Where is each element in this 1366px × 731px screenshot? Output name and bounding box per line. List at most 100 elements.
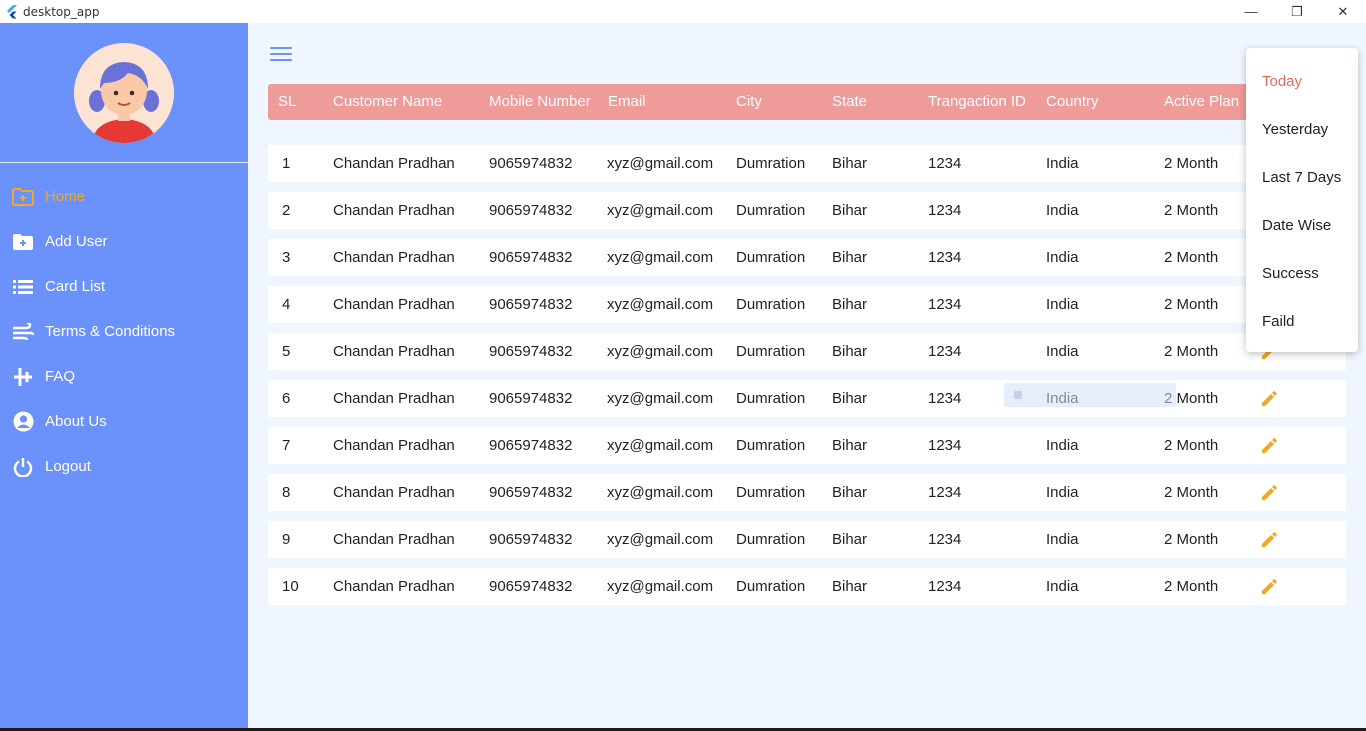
cell-active-plan: 2 Month bbox=[1164, 531, 1219, 548]
column-header-state: State bbox=[832, 93, 868, 110]
cell-mobile-number: 9065974832 bbox=[489, 202, 573, 219]
cell-mobile-number: 9065974832 bbox=[489, 296, 573, 313]
cell-email: xyz@gmail.com bbox=[607, 437, 714, 454]
edit-pencil-icon[interactable] bbox=[1260, 437, 1278, 455]
cell-transaction-id: 1234 bbox=[928, 343, 962, 360]
cell-city: Dumration bbox=[736, 343, 806, 360]
minimize-button[interactable]: — bbox=[1228, 0, 1274, 23]
cell-email: xyz@gmail.com bbox=[607, 531, 714, 548]
menu-item-failed[interactable]: Faild bbox=[1246, 298, 1358, 346]
cell-country: India bbox=[1046, 202, 1079, 219]
cell-customer-name: Chandan Pradhan bbox=[333, 155, 455, 172]
sidebar-item-faq[interactable]: FAQ bbox=[0, 354, 248, 399]
sidebar-item-home[interactable]: Home bbox=[0, 174, 248, 219]
cell-customer-name: Chandan Pradhan bbox=[333, 249, 455, 266]
cell-active-plan: 2 Month bbox=[1164, 249, 1219, 266]
list-icon bbox=[12, 276, 34, 298]
sidebar-item-label: Terms & Conditions bbox=[45, 323, 176, 340]
cell-country: India bbox=[1046, 531, 1079, 548]
table-row: 8 Chandan Pradhan 9065974832 xyz@gmail.com D… bbox=[268, 474, 1346, 511]
cell-country: India bbox=[1046, 249, 1079, 266]
hamburger-menu-icon[interactable] bbox=[270, 47, 292, 63]
cell-city: Dumration bbox=[736, 249, 806, 266]
cell-state: Bihar bbox=[832, 296, 868, 313]
cell-transaction-id: 1234 bbox=[928, 296, 962, 313]
column-header-transaction-id: Trangaction ID bbox=[928, 93, 1026, 110]
close-button[interactable]: ✕ bbox=[1320, 0, 1366, 23]
edit-pencil-icon[interactable] bbox=[1260, 484, 1278, 502]
window-title: desktop_app bbox=[23, 4, 100, 19]
table-row: 5 Chandan Pradhan 9065974832 xyz@gmail.com D… bbox=[268, 333, 1346, 370]
column-header-sl: SL bbox=[278, 93, 297, 110]
sidebar-item-about-us[interactable]: About Us bbox=[0, 399, 248, 444]
folder-add-icon bbox=[12, 186, 34, 208]
table-header: SL Customer Name Mobile Number Email Cit… bbox=[268, 84, 1346, 120]
menu-item-date-wise[interactable]: Date Wise bbox=[1246, 202, 1358, 250]
cell-customer-name: Chandan Pradhan bbox=[333, 390, 455, 407]
sidebar: Home Add User Card List Terms & Conditio… bbox=[0, 23, 248, 731]
cell-sl: 10 bbox=[282, 578, 299, 595]
cell-active-plan: 2 Month bbox=[1164, 155, 1219, 172]
cell-transaction-id: 1234 bbox=[928, 249, 962, 266]
table-row: 9 Chandan Pradhan 9065974832 xyz@gmail.com D… bbox=[268, 521, 1346, 558]
cell-sl: 8 bbox=[282, 484, 291, 501]
menu-item-today[interactable]: Today bbox=[1246, 58, 1358, 106]
cell-state: Bihar bbox=[832, 437, 868, 454]
minimize-icon: — bbox=[1244, 4, 1258, 19]
cell-state: Bihar bbox=[832, 531, 868, 548]
sidebar-item-label: Logout bbox=[45, 458, 91, 475]
cell-active-plan: 2 Month bbox=[1164, 296, 1219, 313]
folder-add-icon bbox=[12, 231, 34, 253]
sidebar-item-label: Add User bbox=[45, 233, 108, 250]
cell-email: xyz@gmail.com bbox=[607, 578, 714, 595]
restore-button[interactable]: ❐ bbox=[1274, 0, 1320, 23]
column-header-city: City bbox=[736, 93, 762, 110]
cell-transaction-id: 1234 bbox=[928, 578, 962, 595]
sidebar-nav: Home Add User Card List Terms & Conditio… bbox=[0, 174, 248, 489]
table-row: 6 Chandan Pradhan 9065974832 xyz@gmail.com D… bbox=[268, 380, 1346, 417]
edit-pencil-icon[interactable] bbox=[1260, 578, 1278, 596]
power-icon bbox=[12, 456, 34, 478]
table-row: 10 Chandan Pradhan 9065974832 xyz@gmail.com… bbox=[268, 568, 1346, 605]
avatar bbox=[74, 43, 174, 143]
cell-sl: 4 bbox=[282, 296, 291, 313]
cell-country: India bbox=[1046, 578, 1079, 595]
sidebar-item-add-user[interactable]: Add User bbox=[0, 219, 248, 264]
cell-city: Dumration bbox=[736, 202, 806, 219]
menu-item-yesterday[interactable]: Yesterday bbox=[1246, 106, 1358, 154]
menu-item-success[interactable]: Success bbox=[1246, 250, 1358, 298]
cell-country: India bbox=[1046, 437, 1079, 454]
cell-active-plan: 2 Month bbox=[1164, 578, 1219, 595]
cell-city: Dumration bbox=[736, 484, 806, 501]
cell-email: xyz@gmail.com bbox=[607, 155, 714, 172]
cell-sl: 2 bbox=[282, 202, 291, 219]
cell-sl: 9 bbox=[282, 531, 291, 548]
snip-tooltip bbox=[1004, 383, 1176, 407]
cell-country: India bbox=[1046, 343, 1079, 360]
cell-transaction-id: 1234 bbox=[928, 437, 962, 454]
cell-active-plan: 2 Month bbox=[1164, 343, 1219, 360]
flutter-logo-icon bbox=[5, 4, 19, 19]
cell-active-plan: 2 Month bbox=[1164, 484, 1219, 501]
cell-email: xyz@gmail.com bbox=[607, 343, 714, 360]
cell-city: Dumration bbox=[736, 390, 806, 407]
cell-customer-name: Chandan Pradhan bbox=[333, 578, 455, 595]
cell-state: Bihar bbox=[832, 155, 868, 172]
cell-state: Bihar bbox=[832, 202, 868, 219]
sidebar-item-label: Card List bbox=[45, 278, 106, 295]
cell-email: xyz@gmail.com bbox=[607, 249, 714, 266]
menu-item-last-7-days[interactable]: Last 7 Days bbox=[1246, 154, 1358, 202]
sidebar-item-logout[interactable]: Logout bbox=[0, 444, 248, 489]
edit-pencil-icon[interactable] bbox=[1260, 531, 1278, 549]
cell-mobile-number: 9065974832 bbox=[489, 437, 573, 454]
cell-country: India bbox=[1046, 296, 1079, 313]
edit-pencil-icon[interactable] bbox=[1260, 390, 1278, 408]
cell-state: Bihar bbox=[832, 249, 868, 266]
cell-customer-name: Chandan Pradhan bbox=[333, 484, 455, 501]
cell-mobile-number: 9065974832 bbox=[489, 390, 573, 407]
sidebar-item-terms[interactable]: Terms & Conditions bbox=[0, 309, 248, 354]
sidebar-item-card-list[interactable]: Card List bbox=[0, 264, 248, 309]
cell-active-plan: 2 Month bbox=[1164, 202, 1219, 219]
cell-customer-name: Chandan Pradhan bbox=[333, 343, 455, 360]
cell-email: xyz@gmail.com bbox=[607, 296, 714, 313]
